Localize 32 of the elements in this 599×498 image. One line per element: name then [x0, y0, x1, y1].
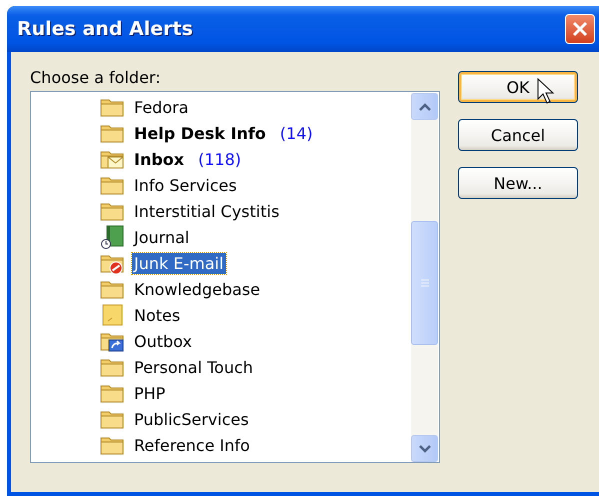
- window-title: Rules and Alerts: [17, 18, 193, 40]
- scroll-up-button[interactable]: [411, 93, 438, 120]
- folder-item[interactable]: Fedora: [132, 96, 190, 118]
- folder-item[interactable]: Inbox: [132, 148, 186, 170]
- journal-icon: [100, 225, 124, 249]
- note-icon: [100, 303, 124, 327]
- pointer-icon: [537, 78, 555, 104]
- folder-item[interactable]: Notes: [132, 304, 182, 326]
- close-icon: [572, 21, 588, 37]
- folder-item[interactable]: Personal Touch: [132, 356, 256, 378]
- chevron-up-icon: [418, 102, 430, 110]
- folder-item[interactable]: Journal: [132, 226, 192, 248]
- dialog-button[interactable]: New...: [458, 167, 578, 199]
- ok-button[interactable]: OK: [458, 71, 578, 103]
- folder-item[interactable]: Knowledgebase: [132, 278, 262, 300]
- folder-item[interactable]: Help Desk Info: [132, 122, 268, 144]
- chevron-down-icon: [418, 444, 430, 452]
- folder-item[interactable]: PHP: [132, 382, 168, 404]
- dialog-button[interactable]: Cancel: [458, 119, 578, 151]
- unread-count: (14): [280, 124, 313, 142]
- scroll-thumb[interactable]: [411, 221, 438, 345]
- folder-item[interactable]: Junk E-mail: [132, 252, 226, 274]
- grip-icon: [420, 279, 428, 287]
- unread-count: (118): [198, 150, 242, 168]
- folder-item[interactable]: Outbox: [132, 330, 194, 352]
- folder-item[interactable]: Reference Info: [132, 434, 252, 456]
- folder-item[interactable]: Interstitial Cystitis: [132, 200, 282, 222]
- scroll-down-button[interactable]: [411, 435, 438, 462]
- folder-item[interactable]: Info Services: [132, 174, 239, 196]
- folder-item[interactable]: PublicServices: [132, 408, 251, 430]
- close-button[interactable]: [565, 14, 595, 44]
- prompt-label: Choose a folder:: [30, 68, 162, 87]
